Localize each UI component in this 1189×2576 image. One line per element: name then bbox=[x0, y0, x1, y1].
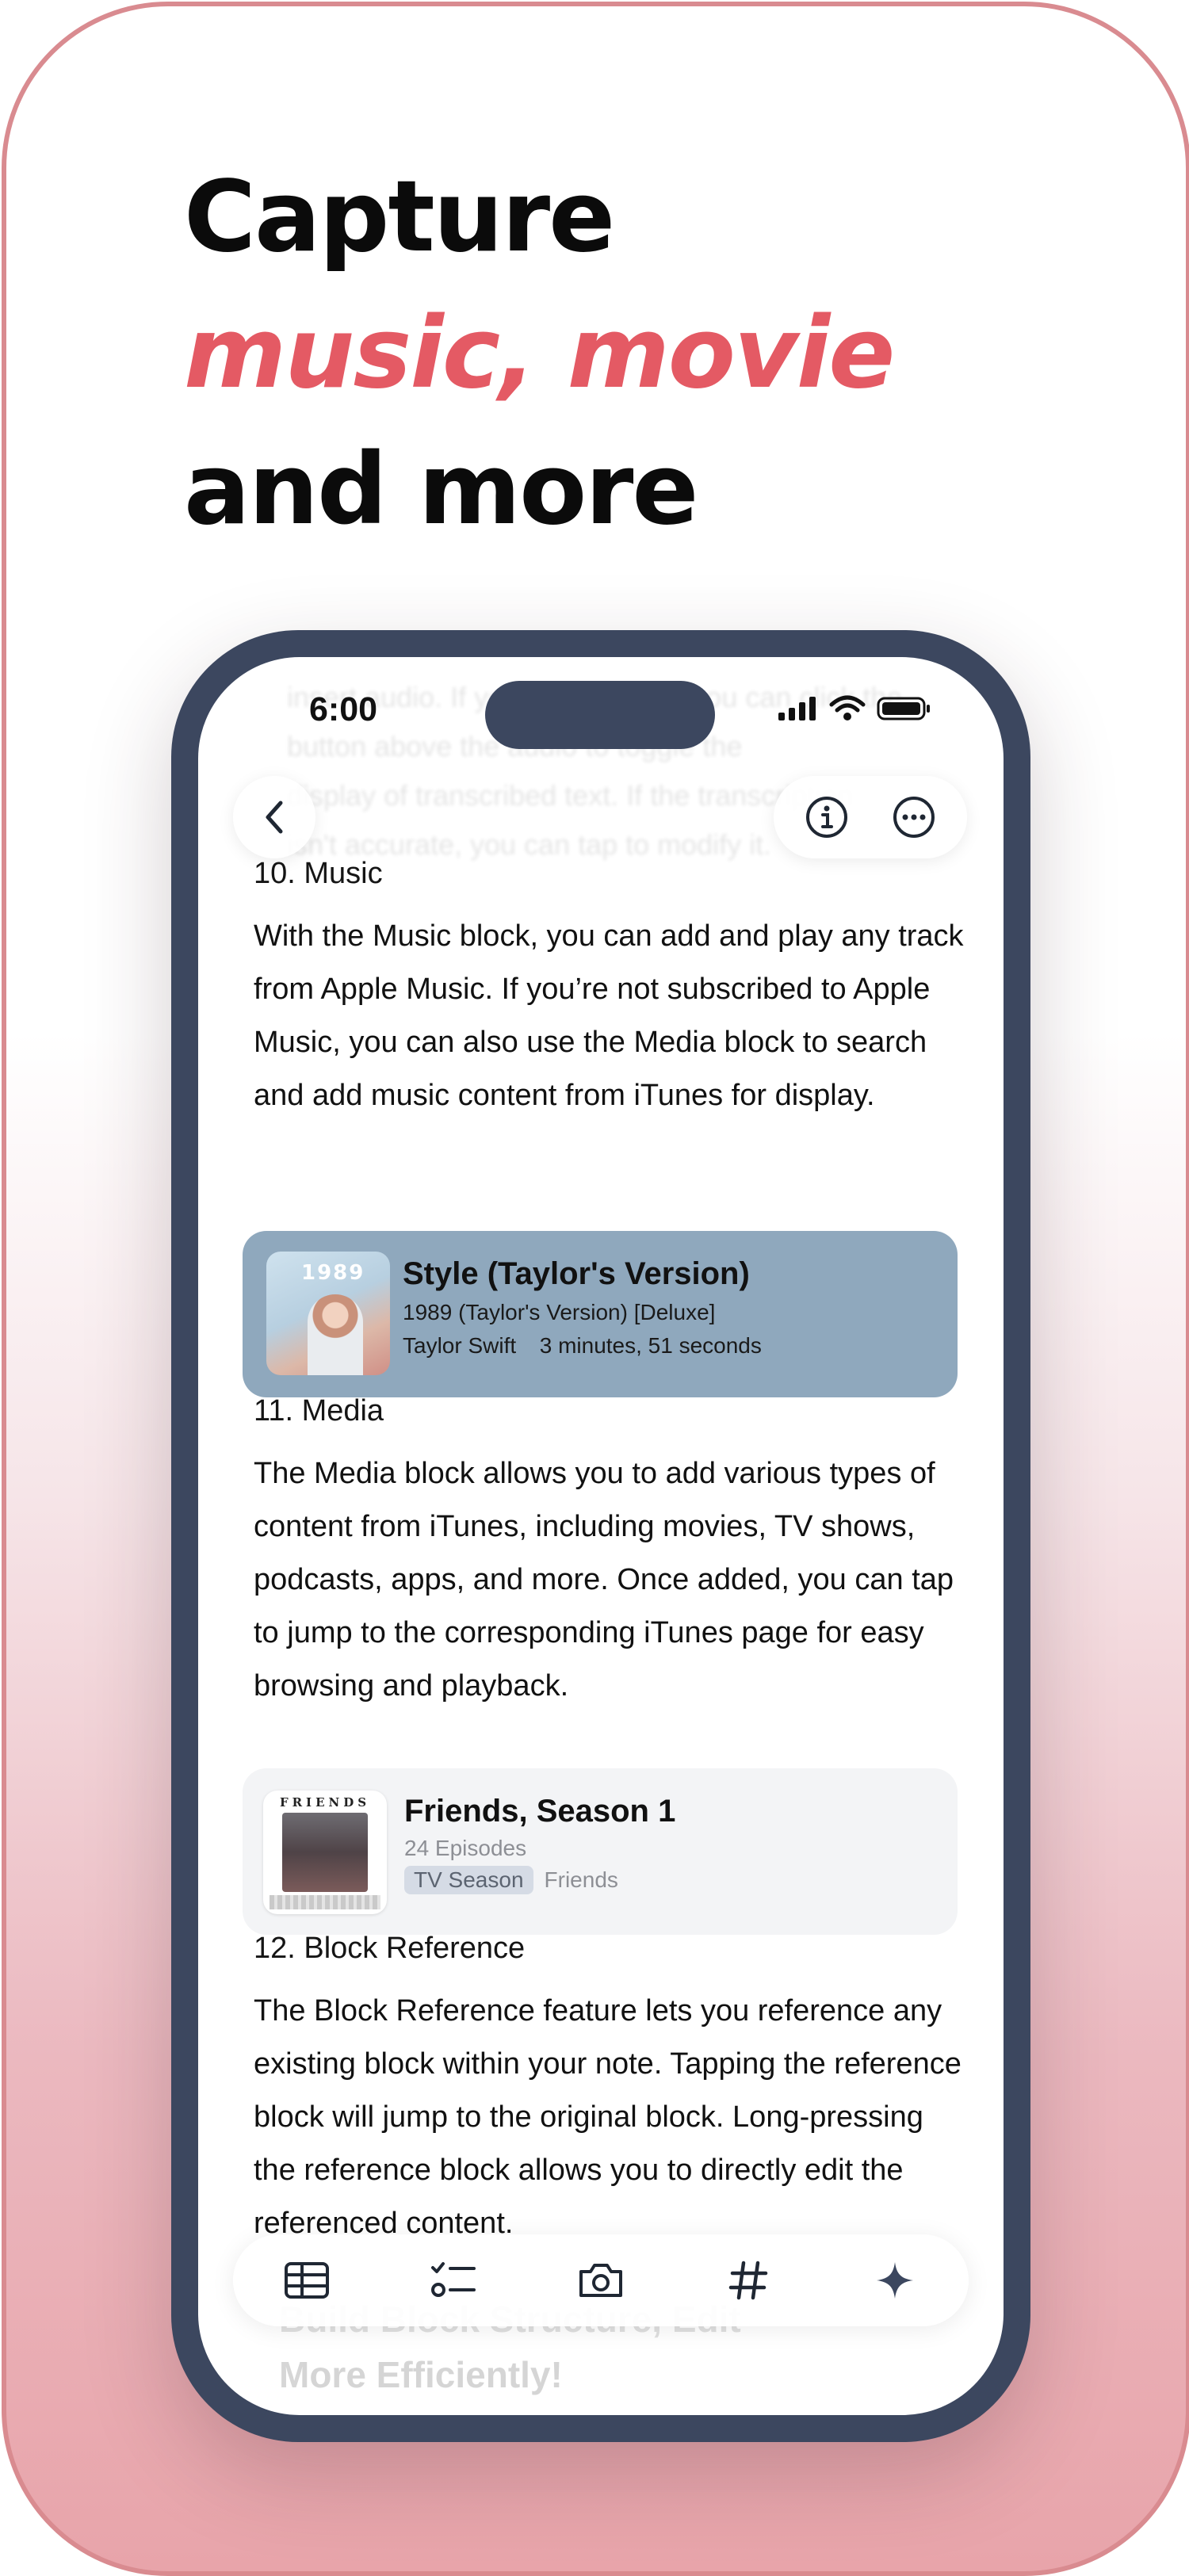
track-title: Style (Taylor's Version) bbox=[403, 1256, 750, 1291]
status-icons bbox=[777, 695, 932, 722]
series-name: Friends bbox=[544, 1867, 618, 1892]
media-tags: TV Season Friends bbox=[404, 1866, 675, 1894]
episode-count: 24 Episodes bbox=[404, 1836, 527, 1860]
section-title: 10. Music bbox=[254, 857, 383, 890]
media-info: Friends, Season 1 24 Episodes TV Season … bbox=[404, 1794, 675, 1894]
media-title: Friends, Season 1 bbox=[404, 1794, 676, 1829]
phone-mockup: insert audio. If you insert audio, you c… bbox=[171, 630, 1030, 2442]
sparkle-icon bbox=[877, 2262, 914, 2299]
dynamic-island bbox=[485, 681, 715, 749]
media-art-text: FRIENDS bbox=[279, 1795, 371, 1810]
status-time: 6:00 bbox=[309, 690, 378, 728]
artist-name: Taylor Swift bbox=[403, 1333, 517, 1358]
camera-icon bbox=[579, 2264, 622, 2297]
checklist-button[interactable] bbox=[422, 2249, 485, 2312]
music-info: Style (Taylor's Version) 1989 (Taylor's … bbox=[403, 1256, 762, 1366]
headline-line-3: and more bbox=[184, 433, 699, 547]
section-music: 10. Music With the Music block, you can … bbox=[254, 851, 967, 1122]
tag-button[interactable] bbox=[717, 2249, 780, 2312]
headline-line-2: music, movie bbox=[184, 296, 895, 411]
checklist-icon bbox=[431, 2262, 476, 2297]
media-artwork: FRIENDS bbox=[263, 1791, 387, 1914]
phone-screen: insert audio. If you insert audio, you c… bbox=[198, 657, 1004, 2415]
back-button[interactable] bbox=[233, 776, 315, 858]
ellipsis-circle-icon bbox=[893, 797, 935, 838]
album-artwork: 1989 bbox=[266, 1252, 390, 1375]
track-meta: Taylor Swift 3 minutes, 51 seconds bbox=[403, 1333, 762, 1359]
headline: Capture music, movie and more bbox=[184, 149, 1056, 558]
album-art-figure bbox=[308, 1294, 363, 1375]
ai-button[interactable] bbox=[863, 2249, 927, 2312]
section-body[interactable]: With the Music block, you can add and pl… bbox=[254, 910, 967, 1122]
page-frame: Capture music, movie and more insert aud… bbox=[2, 2, 1189, 2576]
section-body[interactable]: The Block Reference feature lets you ref… bbox=[254, 1985, 967, 2250]
signal-icon bbox=[778, 697, 816, 720]
section-media: 11. Media The Media block allows you to … bbox=[254, 1389, 967, 1713]
media-art-skyline bbox=[270, 1895, 380, 1909]
info-button[interactable] bbox=[799, 789, 854, 845]
ghost-bottom-text-2: More Efficiently! bbox=[279, 2354, 563, 2395]
camera-button[interactable] bbox=[569, 2249, 633, 2312]
music-block[interactable]: 1989 Style (Taylor's Version) 1989 (Tayl… bbox=[243, 1231, 958, 1397]
chevron-left-icon bbox=[266, 801, 283, 834]
table-button[interactable] bbox=[275, 2249, 338, 2312]
wifi-icon bbox=[829, 695, 866, 720]
headline-line-1: Capture bbox=[184, 160, 615, 274]
more-button[interactable] bbox=[886, 789, 942, 845]
section-body[interactable]: The Media block allows you to add variou… bbox=[254, 1447, 967, 1713]
media-type-tag: TV Season bbox=[404, 1866, 533, 1894]
album-name: 1989 (Taylor's Version) [Deluxe] bbox=[403, 1300, 716, 1324]
nav-actions bbox=[774, 776, 967, 858]
battery-icon bbox=[877, 697, 930, 720]
info-circle-icon bbox=[806, 797, 847, 838]
hashtag-icon bbox=[728, 2261, 767, 2300]
album-art-text: 1989 bbox=[301, 1261, 365, 1285]
section-block-reference: 12. Block Reference The Block Reference … bbox=[254, 1926, 967, 2250]
media-art-photo bbox=[282, 1813, 368, 1892]
bottom-toolbar bbox=[233, 2234, 969, 2326]
media-block[interactable]: FRIENDS Friends, Season 1 24 Episodes TV… bbox=[243, 1768, 958, 1935]
track-duration: 3 minutes, 51 seconds bbox=[539, 1333, 762, 1358]
table-icon bbox=[284, 2262, 329, 2299]
